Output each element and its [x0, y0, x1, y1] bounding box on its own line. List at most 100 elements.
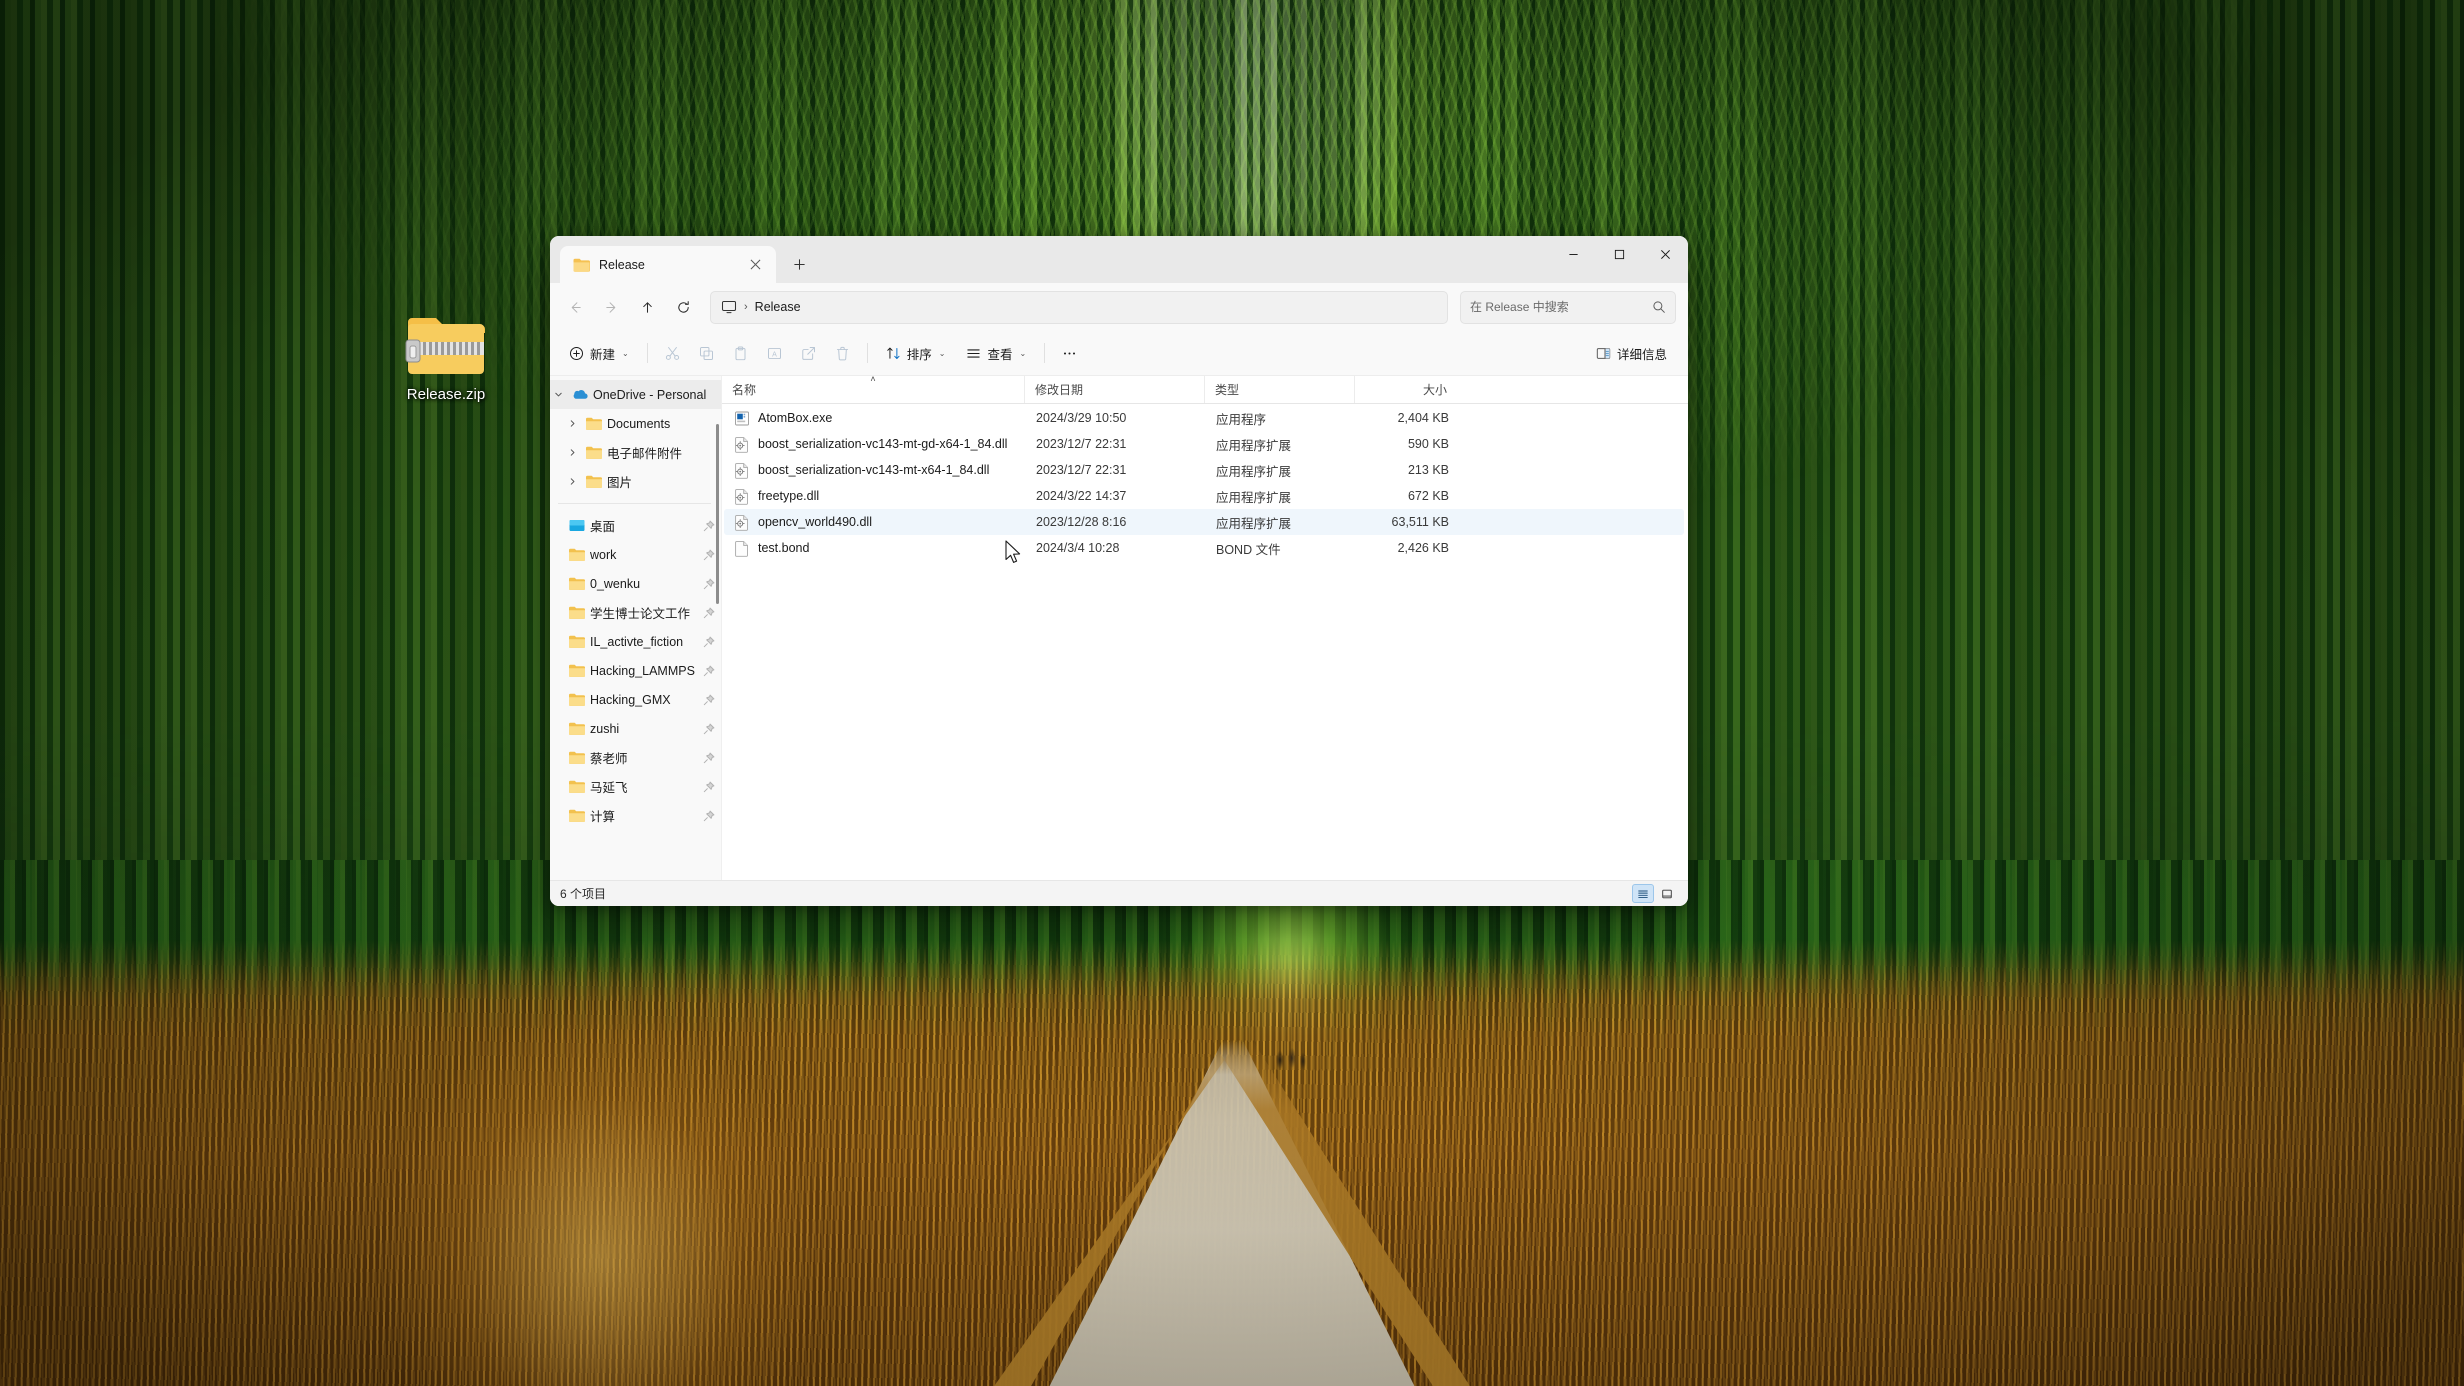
file-size-cell: 672 KB — [1407, 489, 1449, 503]
search-input[interactable] — [1470, 300, 1652, 314]
refresh-button[interactable] — [666, 290, 700, 324]
search-box[interactable] — [1460, 290, 1676, 324]
navigation-pane-scrollbar[interactable] — [716, 424, 719, 604]
column-headers[interactable]: ˄ 名称 修改日期 类型 大小 — [722, 374, 1688, 404]
pin-icon[interactable] — [703, 723, 715, 735]
sidebar-item-onedrive[interactable]: OneDrive - Personal — [550, 380, 721, 409]
column-header-name[interactable]: ˄ 名称 — [722, 374, 1024, 403]
table-row[interactable]: freetype.dll 2024/3/22 14:37 应用程序扩展 672 … — [724, 483, 1684, 509]
this-pc-icon[interactable] — [721, 300, 737, 314]
column-header-size[interactable]: 大小 — [1354, 376, 1457, 403]
table-row[interactable]: opencv_world490.dll 2023/12/28 8:16 应用程序… — [724, 509, 1684, 535]
sort-button[interactable]: 排序 ⌄ — [877, 337, 955, 370]
search-icon[interactable] — [1652, 300, 1666, 314]
minimize-button[interactable] — [1550, 236, 1596, 272]
large-icons-view-icon[interactable] — [1656, 884, 1678, 903]
table-row[interactable]: AtomBox.exe 2024/3/29 10:50 应用程序 2,404 K… — [724, 405, 1684, 431]
sort-ascending-icon: ˄ — [870, 374, 876, 384]
sidebar-item-student-phd-work[interactable]: 学生博士论文工作 — [550, 598, 721, 627]
pin-icon[interactable] — [703, 752, 715, 764]
details-pane-button[interactable]: 详细信息 — [1587, 337, 1676, 370]
title-bar[interactable]: Release — [550, 236, 1688, 283]
pin-icon[interactable] — [703, 578, 715, 590]
pin-icon[interactable] — [703, 810, 715, 822]
table-row[interactable]: boost_serialization-vc143-mt-x64-1_84.dl… — [724, 457, 1684, 483]
paste-button[interactable] — [725, 337, 756, 370]
navigation-bar[interactable]: › Release — [550, 283, 1688, 331]
file-size-cell: 63,511 KB — [1391, 515, 1449, 529]
breadcrumb-separator: › — [744, 301, 748, 313]
sidebar-item-hacking-gmx[interactable]: Hacking_GMX — [550, 685, 721, 714]
table-row[interactable]: boost_serialization-vc143-mt-gd-x64-1_84… — [724, 431, 1684, 457]
chevron-right-icon[interactable] — [564, 419, 581, 428]
new-button[interactable]: 新建 ⌄ — [560, 337, 638, 370]
ellipsis-icon — [1062, 346, 1077, 361]
chevron-down-icon[interactable] — [550, 390, 567, 399]
sidebar-item-zushi[interactable]: zushi — [550, 714, 721, 743]
file-list-view[interactable]: ˄ 名称 修改日期 类型 大小 AtomBox.exe 2024/3/29 10… — [722, 374, 1688, 880]
rename-button[interactable]: A — [759, 337, 790, 370]
sidebar-item-documents[interactable]: Documents — [550, 409, 721, 438]
sidebar-item-jisuan[interactable]: 计算 — [550, 801, 721, 830]
pin-icon[interactable] — [703, 781, 715, 793]
breadcrumb-current[interactable]: Release — [755, 300, 801, 314]
dll-icon — [734, 488, 750, 505]
file-name-cell[interactable]: boost_serialization-vc143-mt-x64-1_84.dl… — [724, 462, 1026, 479]
details-view-icon[interactable] — [1632, 884, 1654, 903]
copy-button[interactable] — [691, 337, 722, 370]
pin-icon[interactable] — [703, 549, 715, 561]
column-header-type[interactable]: 类型 — [1204, 376, 1354, 403]
pin-icon[interactable] — [703, 607, 715, 619]
sidebar-item-desktop[interactable]: 桌面 — [550, 511, 721, 540]
new-tab-button[interactable] — [782, 249, 816, 279]
sidebar-item-0-wenku[interactable]: 0_wenku — [550, 569, 721, 598]
sidebar-item-ma-yanfei[interactable]: 马延飞 — [550, 772, 721, 801]
file-name-cell[interactable]: freetype.dll — [724, 488, 1026, 505]
file-name-cell[interactable]: opencv_world490.dll — [724, 514, 1026, 531]
desktop-icon-release-zip[interactable]: Release.zip — [380, 312, 512, 404]
window-controls[interactable] — [1550, 236, 1688, 272]
tab-release[interactable]: Release — [560, 246, 776, 283]
table-row[interactable]: test.bond 2024/3/4 10:28 BOND 文件 2,426 K… — [724, 535, 1684, 561]
command-toolbar[interactable]: 新建 ⌄ A 排序 ⌄ 查看 ⌄ 详细信息 — [550, 331, 1688, 376]
chevron-right-icon[interactable] — [564, 448, 581, 457]
view-button[interactable]: 查看 ⌄ — [957, 337, 1035, 370]
desktop[interactable]: Release.zip Release › Release 在 Release … — [0, 0, 2464, 1386]
forward-button[interactable] — [594, 290, 628, 324]
file-name-cell[interactable]: boost_serialization-vc143-mt-gd-x64-1_84… — [724, 436, 1026, 453]
view-mode-toggle[interactable] — [1632, 884, 1678, 903]
file-rows[interactable]: AtomBox.exe 2024/3/29 10:50 应用程序 2,404 K… — [722, 404, 1688, 880]
pin-icon[interactable] — [703, 636, 715, 648]
navigation-pane[interactable]: OneDrive - Personal Documents 电子邮件附件 图片 … — [550, 376, 722, 880]
pin-icon[interactable] — [703, 520, 715, 532]
sidebar-item-hacking-lammps[interactable]: Hacking_LAMMPS — [550, 656, 721, 685]
more-options-button[interactable] — [1054, 337, 1085, 370]
file-name-cell[interactable]: test.bond — [724, 540, 1026, 557]
maximize-button[interactable] — [1596, 236, 1642, 272]
close-icon[interactable] — [743, 253, 767, 277]
chevron-right-icon[interactable] — [564, 477, 581, 486]
pin-icon[interactable] — [703, 665, 715, 677]
back-button[interactable] — [558, 290, 592, 324]
sidebar-item-il-activte-fiction[interactable]: IL_activte_fiction — [550, 627, 721, 656]
address-bar[interactable]: › Release — [710, 290, 1448, 324]
file-name-cell[interactable]: AtomBox.exe — [724, 410, 1026, 427]
file-name-label: AtomBox.exe — [758, 411, 833, 425]
sidebar-item-work[interactable]: work — [550, 540, 721, 569]
sidebar-item-email-attachments[interactable]: 电子邮件附件 — [550, 438, 721, 467]
delete-button[interactable] — [827, 337, 858, 370]
file-explorer-window[interactable]: Release › Release 在 Release 中搜索 新建 ⌄ A 排… — [550, 236, 1688, 906]
pin-icon[interactable] — [703, 694, 715, 706]
column-header-label: 修改日期 — [1035, 383, 1084, 397]
sidebar-item-label: zushi — [590, 721, 620, 736]
navigation-pane-scroll[interactable]: OneDrive - Personal Documents 电子邮件附件 图片 … — [550, 376, 721, 880]
up-button[interactable] — [630, 290, 664, 324]
cut-button[interactable] — [657, 337, 688, 370]
column-header-label: 大小 — [1422, 383, 1447, 397]
column-header-date[interactable]: 修改日期 — [1024, 376, 1204, 403]
share-button[interactable] — [793, 337, 824, 370]
sidebar-item-cai-laoshi[interactable]: 蔡老师 — [550, 743, 721, 772]
window-close-button[interactable] — [1642, 236, 1688, 272]
tab-strip[interactable]: Release — [550, 236, 816, 283]
sidebar-item-pictures[interactable]: 图片 — [550, 467, 721, 496]
